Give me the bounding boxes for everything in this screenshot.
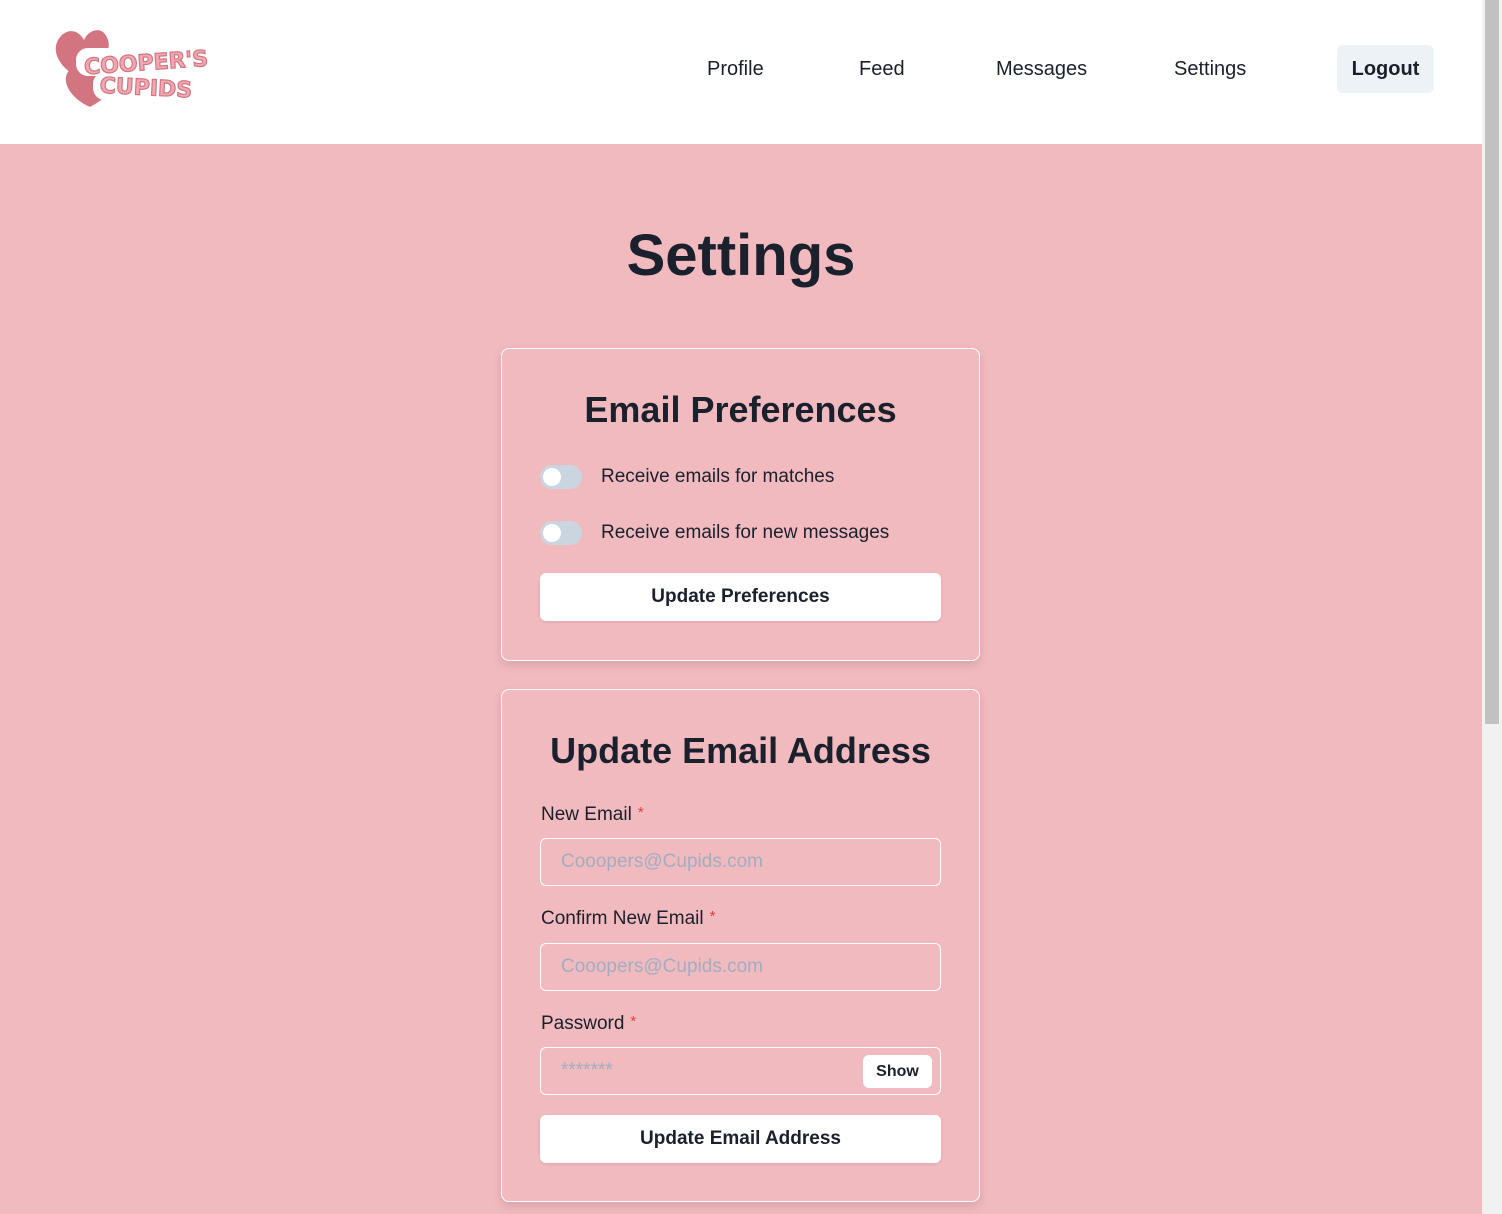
scrollbar[interactable] [1482, 0, 1502, 1214]
required-mark: * [709, 908, 716, 925]
nav-link-profile[interactable]: Profile [707, 56, 764, 82]
nav-link-messages[interactable]: Messages [996, 56, 1087, 82]
nav-link-feed[interactable]: Feed [859, 56, 905, 82]
password-label: Password * [541, 1013, 636, 1035]
matches-email-toggle-row: Receive emails for matches [540, 465, 834, 489]
email-preferences-title: Email Preferences [584, 389, 897, 430]
toggle-knob [543, 524, 561, 542]
svg-text:CUPIDS: CUPIDS [99, 74, 193, 104]
navbar: COOPER'S CUPIDS Profile Feed Messages Se… [0, 0, 1482, 144]
matches-email-toggle-label: Receive emails for matches [601, 466, 835, 487]
nav-link-settings[interactable]: Settings [1174, 56, 1246, 82]
page-title: Settings [626, 223, 856, 288]
confirm-email-input[interactable] [540, 943, 941, 991]
update-email-title: Update Email Address [550, 730, 931, 771]
update-email-button[interactable]: Update Email Address [540, 1115, 941, 1163]
new-email-label-text: New Email [541, 804, 632, 825]
messages-email-toggle-row: Receive emails for new messages [540, 521, 889, 545]
new-email-label: New Email * [541, 804, 644, 826]
email-preferences-card: Email Preferences Receive emails for mat… [501, 348, 980, 661]
confirm-email-label: Confirm New Email * [541, 908, 715, 930]
update-preferences-button[interactable]: Update Preferences [540, 573, 941, 621]
scrollbar-thumb[interactable] [1485, 0, 1499, 724]
coopers-cupids-logo[interactable]: COOPER'S CUPIDS [48, 22, 218, 112]
messages-email-toggle-label: Receive emails for new messages [601, 522, 890, 543]
new-email-input[interactable] [540, 838, 941, 886]
password-label-text: Password [541, 1013, 625, 1034]
confirm-email-label-text: Confirm New Email [541, 908, 704, 929]
required-mark: * [637, 804, 644, 821]
matches-email-toggle[interactable] [540, 465, 582, 489]
show-password-button[interactable]: Show [863, 1055, 932, 1088]
required-mark: * [630, 1013, 637, 1030]
update-email-card: Update Email Address New Email * Confirm … [501, 689, 980, 1202]
logout-button[interactable]: Logout [1337, 45, 1434, 93]
messages-email-toggle[interactable] [540, 521, 582, 545]
toggle-knob [543, 468, 561, 486]
